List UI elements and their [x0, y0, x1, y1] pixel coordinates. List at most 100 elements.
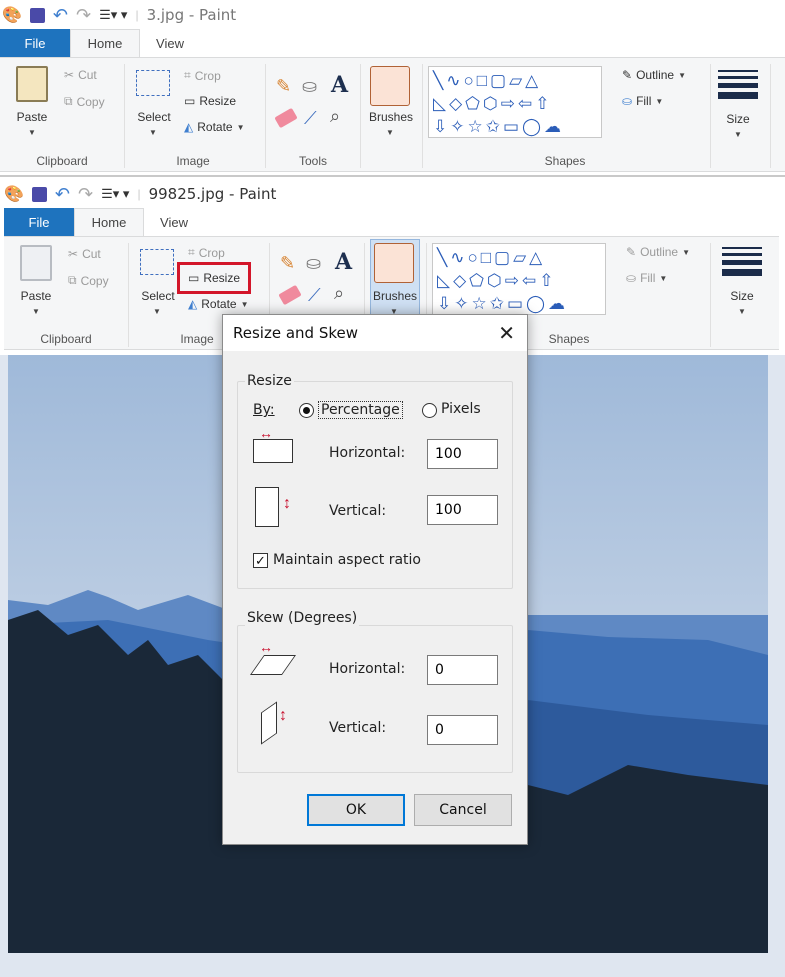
- paint-app-icon[interactable]: 🎨: [4, 184, 24, 204]
- redo-icon[interactable]: ↷: [76, 5, 91, 26]
- color-picker-icon[interactable]: ⟋: [304, 108, 317, 129]
- copy-button[interactable]: ⧉ Copy: [64, 94, 105, 109]
- tab-home[interactable]: Home: [70, 29, 140, 57]
- size-dropdown-icon[interactable]: ▼: [738, 307, 746, 316]
- select-dropdown-icon[interactable]: ▼: [153, 307, 161, 316]
- rotate-label: Rotate: [201, 297, 237, 311]
- undo-icon[interactable]: ↶: [55, 184, 70, 205]
- skew-vertical-arrow-icon: ↕: [279, 707, 287, 724]
- brushes-icon[interactable]: [370, 66, 410, 106]
- customize-qat-icon[interactable]: ☰▾ ▾: [101, 186, 129, 202]
- cancel-button[interactable]: Cancel: [414, 794, 512, 826]
- vertical-resize-icon: [255, 487, 279, 527]
- magnifier-icon[interactable]: ⌕: [334, 283, 344, 304]
- crop-button[interactable]: ⌗ Crop: [184, 68, 221, 83]
- copy-icon: ⧉: [68, 273, 77, 287]
- outline-button[interactable]: ✎ Outline ▼: [622, 68, 686, 82]
- paste-icon[interactable]: [16, 66, 48, 102]
- fill-bucket-icon[interactable]: ⛀: [306, 253, 321, 274]
- scissors-icon: ✂: [64, 68, 75, 82]
- resize-skew-dialog: Resize and Skew ✕ Resize By: Percentage …: [222, 314, 528, 845]
- front-tab-bar: File Home View: [4, 208, 204, 236]
- eraser-icon[interactable]: [274, 107, 298, 129]
- fill-label: Fill: [636, 94, 652, 108]
- percentage-radio[interactable]: [299, 403, 314, 418]
- vertical-arrow-icon: ↕: [283, 495, 291, 512]
- fill-button[interactable]: ⛀ Fill ▼: [626, 271, 667, 285]
- rotate-button[interactable]: ◭ Rotate ▼: [188, 297, 249, 311]
- pixels-radio[interactable]: [422, 403, 437, 418]
- color-picker-icon[interactable]: ⟋: [308, 285, 321, 306]
- resize-button[interactable]: ▭ Resize: [184, 94, 236, 108]
- fill-button[interactable]: ⛀ Fill ▼: [622, 94, 663, 108]
- select-icon[interactable]: [140, 249, 174, 275]
- select-button[interactable]: Select: [132, 110, 176, 124]
- tab-home[interactable]: Home: [74, 208, 144, 236]
- cut-button[interactable]: ✂ Cut: [64, 68, 97, 82]
- shapes-gallery[interactable]: ╲∿○□▢▱△ ◺◇⬠⬡⇨⇦⇧ ⇩✧☆✩▭◯☁: [428, 66, 602, 138]
- paste-dropdown-icon[interactable]: ▼: [28, 128, 36, 137]
- resize-horizontal-input[interactable]: [427, 439, 498, 469]
- size-lines-icon[interactable]: [722, 247, 762, 276]
- magnifier-icon[interactable]: ⌕: [330, 106, 340, 127]
- cut-label: Cut: [82, 247, 101, 261]
- paste-button[interactable]: Paste: [10, 110, 54, 124]
- size-dropdown-icon[interactable]: ▼: [734, 130, 742, 139]
- divider: [124, 64, 125, 168]
- select-button[interactable]: Select: [136, 289, 180, 303]
- brushes-button[interactable]: Brushes: [370, 289, 420, 303]
- select-icon[interactable]: [136, 70, 170, 96]
- scissors-icon: ✂: [68, 247, 79, 261]
- skew-vertical-input[interactable]: [427, 715, 498, 745]
- resize-vertical-input[interactable]: [427, 495, 498, 525]
- select-dropdown-icon[interactable]: ▼: [149, 128, 157, 137]
- pencil-icon[interactable]: ✎: [280, 253, 295, 274]
- shapes-gallery[interactable]: ╲∿○□▢▱△ ◺◇⬠⬡⇨⇦⇧ ⇩✧☆✩▭◯☁: [432, 243, 606, 315]
- copy-label: Copy: [76, 94, 105, 109]
- shapes-gallery-icons: ╲∿○□▢▱△ ◺◇⬠⬡⇨⇦⇧ ⇩✧☆✩▭◯☁: [437, 248, 569, 313]
- image-group-label: Image: [176, 154, 210, 168]
- brushes-button[interactable]: Brushes: [366, 110, 416, 124]
- close-icon[interactable]: ✕: [498, 321, 515, 346]
- tab-view[interactable]: View: [140, 29, 200, 57]
- paste-dropdown-icon[interactable]: ▼: [32, 307, 40, 316]
- paint-app-icon[interactable]: 🎨: [2, 5, 22, 25]
- paste-button[interactable]: Paste: [14, 289, 58, 303]
- ok-button[interactable]: OK: [307, 794, 405, 826]
- size-button[interactable]: Size: [722, 289, 762, 303]
- resize-icon: ▭: [184, 94, 196, 108]
- tab-file[interactable]: File: [4, 208, 74, 236]
- front-quick-access-toolbar: 🎨 ↶ ↷ ☰▾ ▾ | 99825.jpg - Paint: [4, 183, 277, 205]
- copy-button[interactable]: ⧉ Copy: [68, 273, 109, 288]
- outline-button[interactable]: ✎ Outline ▼: [626, 245, 690, 259]
- pencil-icon[interactable]: ✎: [276, 76, 291, 97]
- save-icon[interactable]: [29, 7, 45, 23]
- text-icon[interactable]: A: [335, 249, 352, 275]
- paste-icon[interactable]: [20, 245, 52, 281]
- text-icon[interactable]: A: [331, 72, 348, 98]
- fill-bucket-icon[interactable]: ⛀: [302, 76, 317, 97]
- brushes-icon[interactable]: [374, 243, 414, 283]
- brushes-dropdown-icon[interactable]: ▼: [386, 128, 394, 137]
- eraser-icon[interactable]: [278, 284, 302, 306]
- size-lines-icon[interactable]: [718, 70, 758, 99]
- skew-horizontal-input[interactable]: [427, 655, 498, 685]
- shapes-gallery-icons: ╲∿○□▢▱△ ◺◇⬠⬡⇨⇦⇧ ⇩✧☆✩▭◯☁: [433, 71, 565, 136]
- size-button[interactable]: Size: [718, 112, 758, 126]
- customize-qat-icon[interactable]: ☰▾ ▾: [99, 7, 127, 23]
- rotate-button[interactable]: ◭ Rotate ▼: [184, 120, 245, 134]
- percentage-label[interactable]: Percentage: [318, 401, 403, 419]
- maintain-aspect-checkbox[interactable]: ✓: [253, 553, 268, 568]
- crop-button[interactable]: ⌗ Crop: [188, 245, 225, 260]
- undo-icon[interactable]: ↶: [53, 5, 68, 26]
- pixels-label[interactable]: Pixels: [441, 401, 481, 417]
- maintain-aspect-label[interactable]: Maintain aspect ratio: [273, 552, 421, 568]
- divider: [770, 64, 771, 168]
- cut-button[interactable]: ✂ Cut: [68, 247, 101, 261]
- tab-file[interactable]: File: [0, 29, 70, 57]
- rotate-icon: ◭: [188, 297, 198, 311]
- redo-icon[interactable]: ↷: [78, 184, 93, 205]
- save-icon[interactable]: [31, 186, 47, 202]
- copy-icon: ⧉: [64, 94, 73, 108]
- tab-view[interactable]: View: [144, 208, 204, 236]
